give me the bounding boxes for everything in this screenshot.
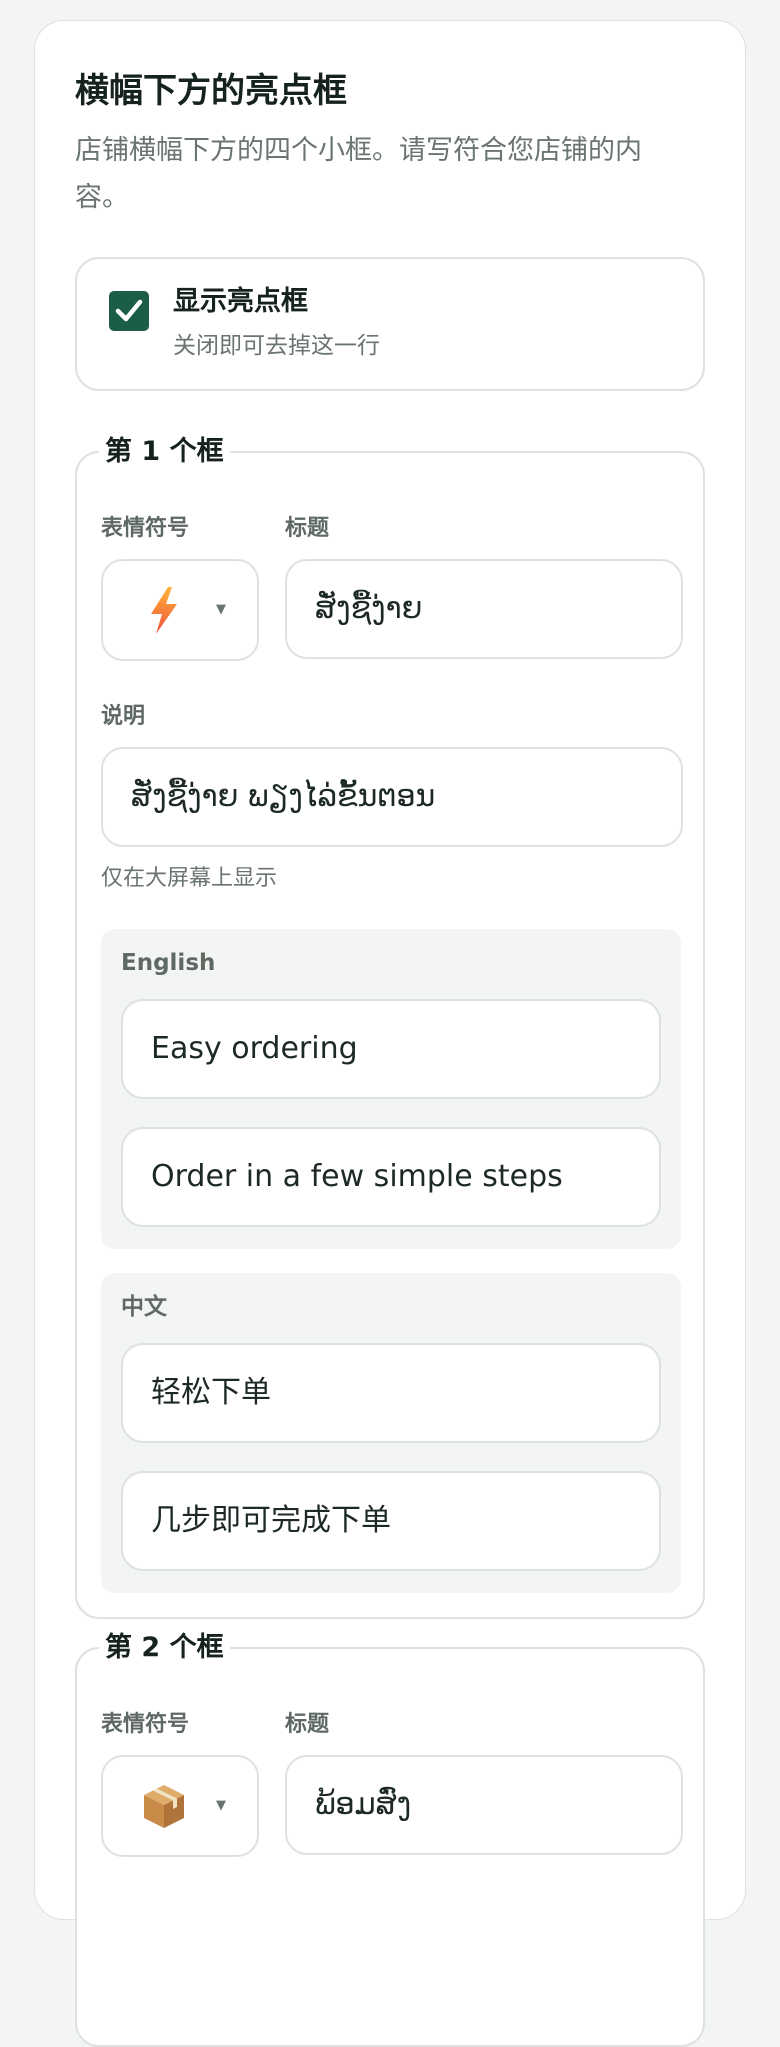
toggle-label: 显示亮点框 [173, 286, 308, 317]
show-highlights-toggle[interactable]: 显示亮点框 关闭即可去掉这一行 [75, 257, 705, 391]
translation-title-input[interactable]: Easy ordering [121, 999, 661, 1099]
highlight-box-2: 第 2 个框 表情符号 标题 ▼ ພ້ອມສົ່ງ [75, 1629, 705, 2047]
checkmark-icon [115, 299, 143, 322]
toggle-sub-label: 关闭即可去掉这一行 [173, 333, 380, 359]
title-input[interactable]: ສັ່ງຊື້ງ່າຍ [285, 559, 683, 659]
translation-title-input[interactable]: 轻松下单 [121, 1343, 661, 1443]
language-label: English [121, 950, 216, 976]
chevron-down-icon: ▼ [216, 602, 226, 617]
description-label: 说明 [101, 704, 146, 729]
highlight-box-1: 第 1 个框 表情符号 标题 ▼ ສັ່ງຊື້ງ່າຍ 说明 ສັ່ງຊື້ງ… [75, 433, 705, 1619]
package-icon [144, 1785, 184, 1828]
box-legend: 第 1 个框 [99, 433, 230, 471]
highlight-boxes-card: 横幅下方的亮点框 店铺横幅下方的四个小框。请写符合您店铺的内容。 显示亮点框 关… [34, 20, 746, 2047]
emoji-select[interactable]: ▼ [101, 559, 259, 661]
section-description: 店铺横幅下方的四个小框。请写符合您店铺的内容。 [75, 135, 642, 213]
title-label: 标题 [285, 1712, 330, 1737]
language-label: 中文 [121, 1294, 167, 1320]
lightning-icon [151, 587, 177, 634]
show-highlights-checkbox[interactable] [109, 291, 149, 331]
emoji-label: 表情符号 [101, 1712, 190, 1737]
translation-panel-english: English Easy ordering Order in a few sim… [101, 929, 681, 1249]
description-hint: 仅在大屏幕上显示 [101, 866, 278, 891]
translation-description-input[interactable]: Order in a few simple steps [121, 1127, 661, 1227]
chevron-down-icon: ▼ [216, 1798, 226, 1813]
emoji-select[interactable]: ▼ [101, 1755, 259, 1857]
title-label: 标题 [285, 516, 330, 541]
translation-panel-chinese: 中文 轻松下单 几步即可完成下单 [101, 1273, 681, 1593]
translation-description-input[interactable]: 几步即可完成下单 [121, 1471, 661, 1571]
title-input[interactable]: ພ້ອມສົ່ງ [285, 1755, 683, 1855]
section-title: 横幅下方的亮点框 [75, 71, 347, 111]
emoji-label: 表情符号 [101, 516, 190, 541]
box-legend: 第 2 个框 [99, 1629, 230, 1667]
description-input[interactable]: ສັ່ງຊື້ງ່າຍ ພຽງໄລ່ຂັ້ນຕອນ [101, 747, 683, 847]
